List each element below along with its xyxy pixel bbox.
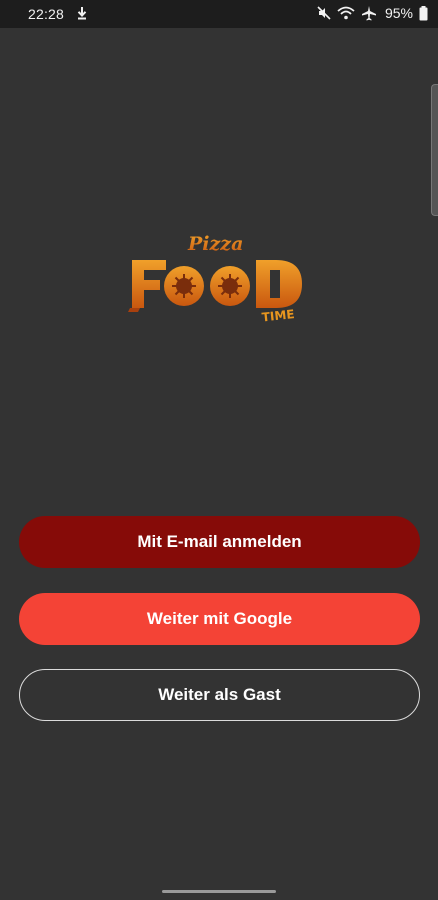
guest-continue-label: Weiter als Gast	[158, 685, 281, 704]
pizza-food-time-logo: Pizza TIME	[126, 230, 310, 326]
svg-text:Pizza: Pizza	[187, 233, 243, 255]
wifi-icon	[337, 6, 355, 20]
status-time: 22:28	[28, 6, 65, 22]
status-icons: 95%	[317, 5, 428, 21]
svg-text:TIME: TIME	[261, 307, 295, 324]
edge-panel-handle[interactable]	[431, 84, 438, 216]
airplane-icon	[361, 5, 377, 21]
google-login-button[interactable]: Weiter mit Google	[19, 593, 420, 645]
email-login-button[interactable]: Mit E-mail anmelden	[19, 516, 420, 568]
guest-continue-button[interactable]: Weiter als Gast	[19, 669, 420, 721]
battery-percent: 95%	[384, 5, 413, 21]
navigation-bar	[0, 882, 438, 900]
download-icon	[76, 5, 88, 21]
google-login-label: Weiter mit Google	[146, 609, 293, 628]
mute-icon	[317, 6, 331, 20]
battery-icon	[419, 5, 428, 21]
home-indicator[interactable]	[162, 890, 276, 893]
status-bar: 22:28 95%	[0, 0, 438, 28]
email-login-label: Mit E-mail anmelden	[137, 532, 302, 551]
